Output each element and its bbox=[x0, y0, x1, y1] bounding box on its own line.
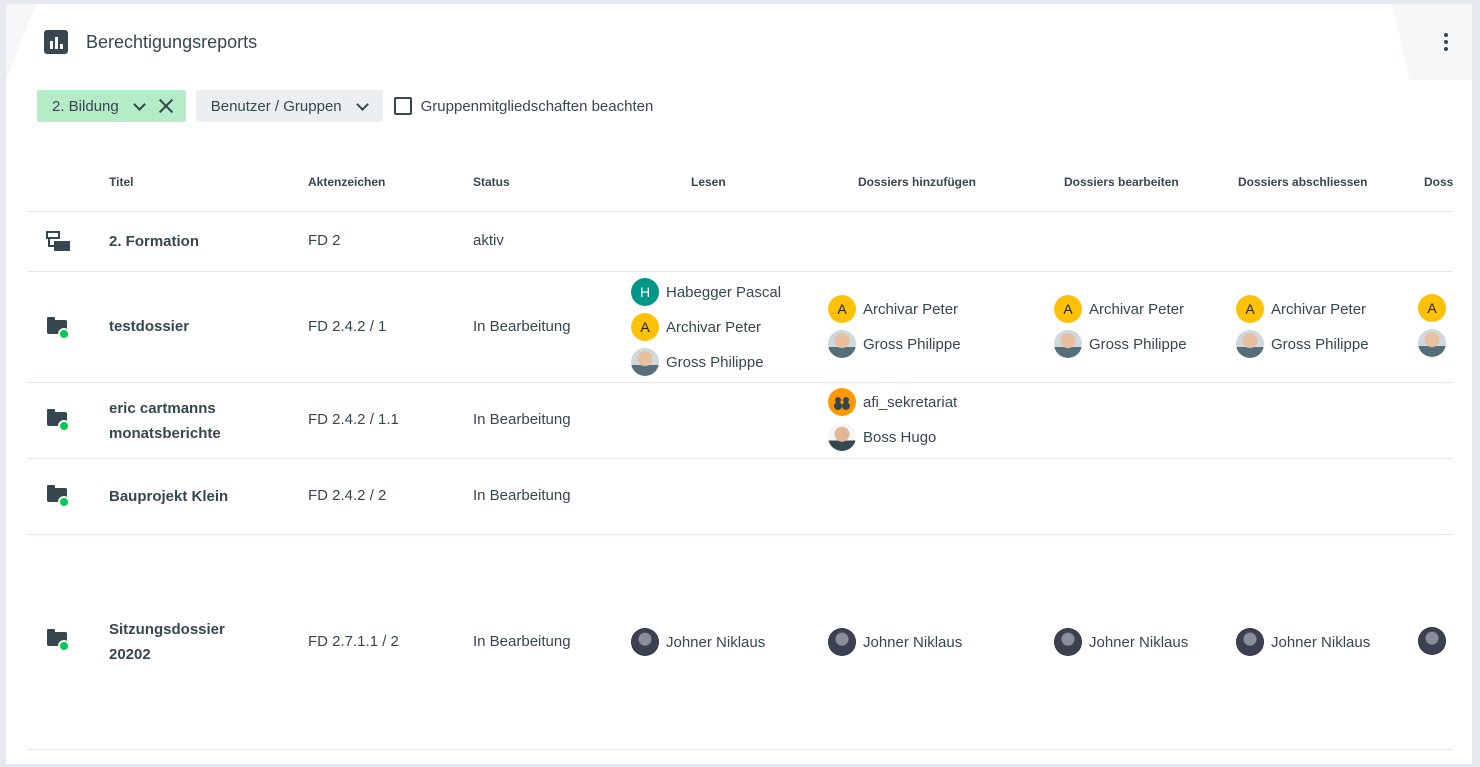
avatar bbox=[828, 628, 856, 656]
avatar: A bbox=[1054, 295, 1082, 323]
row-reference: FD 2.7.1.1 / 2 bbox=[308, 633, 399, 650]
report-header: Berechtigungsreports bbox=[44, 30, 257, 54]
avatar bbox=[1054, 330, 1082, 358]
avatar bbox=[828, 330, 856, 358]
avatar bbox=[1236, 628, 1264, 656]
table-row[interactable]: testdossier FD 2.4.2 / 1 In Bearbeitung … bbox=[27, 271, 1453, 382]
avatar bbox=[1054, 628, 1082, 656]
principal-select-label: Benutzer / Gruppen bbox=[210, 97, 342, 115]
card-corner-tab bbox=[1392, 4, 1472, 80]
avatar: A bbox=[828, 295, 856, 323]
principal-item[interactable]: A Archivar Peter bbox=[1236, 295, 1366, 323]
more-vert-icon[interactable] bbox=[1440, 30, 1452, 54]
column-header-dossiers-bearbeiten[interactable]: Dossiers bearbeiten bbox=[1064, 175, 1179, 189]
row-title[interactable]: testdossier bbox=[109, 314, 269, 339]
avatar bbox=[631, 348, 659, 376]
principal-item[interactable]: Johner Niklaus bbox=[1054, 628, 1188, 656]
row-title[interactable]: eric cartmanns monatsberichte bbox=[109, 396, 269, 446]
principal-item[interactable]: Boss Hugo bbox=[828, 423, 936, 451]
avatar bbox=[1418, 627, 1446, 655]
principal-item[interactable]: Gross Philippe bbox=[631, 348, 764, 376]
dossier-icon bbox=[47, 409, 70, 432]
avatar bbox=[1236, 330, 1264, 358]
principal-item[interactable]: A bbox=[1418, 294, 1453, 322]
column-header-titel[interactable]: Titel bbox=[109, 175, 133, 189]
dossier-icon bbox=[47, 629, 70, 652]
principal-item[interactable]: Johner Niklaus bbox=[828, 628, 962, 656]
row-reference: FD 2.4.2 / 2 bbox=[308, 487, 387, 504]
column-header-status[interactable]: Status bbox=[473, 175, 510, 189]
avatar: A bbox=[1236, 295, 1264, 323]
row-reference: FD 2.4.2 / 1 bbox=[308, 318, 387, 335]
table-row[interactable]: eric cartmanns monatsberichte FD 2.4.2 /… bbox=[27, 382, 1453, 458]
avatar bbox=[1418, 329, 1446, 357]
avatar: A bbox=[1418, 294, 1446, 322]
column-header-dossiers-hinzufuegen[interactable]: Dossiers hinzufügen bbox=[858, 175, 976, 189]
principal-item[interactable]: Johner Niklaus bbox=[1236, 628, 1370, 656]
dossier-icon bbox=[47, 485, 70, 508]
row-title[interactable]: Bauprojekt Klein bbox=[109, 484, 269, 509]
principal-item[interactable]: Gross Philippe bbox=[1236, 330, 1369, 358]
filter-bar: 2. Bildung Benutzer / Gruppen Gruppenmit… bbox=[37, 90, 653, 122]
row-status: In Bearbeitung bbox=[473, 411, 571, 428]
principal-item[interactable]: afi_sekretariat bbox=[828, 388, 957, 416]
group-memberships-checkbox[interactable] bbox=[393, 97, 412, 115]
page-title: Berechtigungsreports bbox=[86, 31, 258, 52]
principal-item[interactable]: A Archivar Peter bbox=[828, 295, 958, 323]
avatar bbox=[828, 423, 856, 451]
table-row[interactable]: Bauprojekt Klein FD 2.4.2 / 2 In Bearbei… bbox=[27, 458, 1453, 534]
principal-item[interactable]: A Archivar Peter bbox=[1054, 295, 1184, 323]
principal-item[interactable] bbox=[1418, 627, 1453, 655]
row-status: In Bearbeitung bbox=[473, 318, 571, 335]
dossier-icon bbox=[47, 317, 70, 340]
table-row[interactable]: Sitzungsdossier 20202 FD 2.7.1.1 / 2 In … bbox=[27, 534, 1453, 750]
principal-item[interactable]: H Habegger Pascal bbox=[631, 278, 781, 306]
repository-filter-label: 2. Bildung bbox=[52, 97, 119, 115]
row-reference: FD 2.4.2 / 1.1 bbox=[308, 411, 399, 428]
row-reference: FD 2 bbox=[308, 232, 341, 249]
report-card: Berechtigungsreports 2. Bildung Benutzer… bbox=[6, 4, 1472, 764]
row-title[interactable]: Sitzungsdossier 20202 bbox=[109, 617, 269, 667]
cut-off-column: A bbox=[1416, 152, 1453, 767]
group-icon bbox=[828, 388, 856, 416]
avatar bbox=[631, 628, 659, 656]
row-status: aktiv bbox=[473, 232, 504, 249]
card-corner-decoration bbox=[6, 4, 36, 80]
avatar: A bbox=[631, 313, 659, 341]
principal-item[interactable]: Gross Philippe bbox=[1054, 330, 1187, 358]
column-header-aktenzeichen[interactable]: Aktenzeichen bbox=[308, 175, 385, 189]
chevron-down-icon[interactable] bbox=[132, 97, 146, 111]
principal-item[interactable] bbox=[1418, 329, 1453, 357]
row-status: In Bearbeitung bbox=[473, 633, 571, 650]
repository-filter-chip[interactable]: 2. Bildung bbox=[37, 90, 186, 122]
row-title[interactable]: 2. Formation bbox=[109, 229, 269, 254]
row-status: In Bearbeitung bbox=[473, 487, 571, 504]
close-icon[interactable] bbox=[158, 98, 174, 114]
bar-chart-icon bbox=[44, 30, 68, 54]
column-header-lesen[interactable]: Lesen bbox=[691, 175, 726, 189]
repository-folder-icon bbox=[46, 231, 70, 253]
group-memberships-label: Gruppenmitgliedschaften beachten bbox=[420, 97, 654, 115]
table-row[interactable]: 2. Formation FD 2 aktiv bbox=[27, 211, 1453, 271]
avatar: H bbox=[631, 278, 659, 306]
chevron-down-icon[interactable] bbox=[355, 97, 369, 111]
column-header-dossiers-abschliessen[interactable]: Dossiers abschliessen bbox=[1238, 175, 1367, 189]
principal-item[interactable]: Johner Niklaus bbox=[631, 628, 765, 656]
principal-item[interactable]: Gross Philippe bbox=[828, 330, 961, 358]
principal-item[interactable]: A Archivar Peter bbox=[631, 313, 761, 341]
principal-select[interactable]: Benutzer / Gruppen bbox=[195, 90, 383, 122]
